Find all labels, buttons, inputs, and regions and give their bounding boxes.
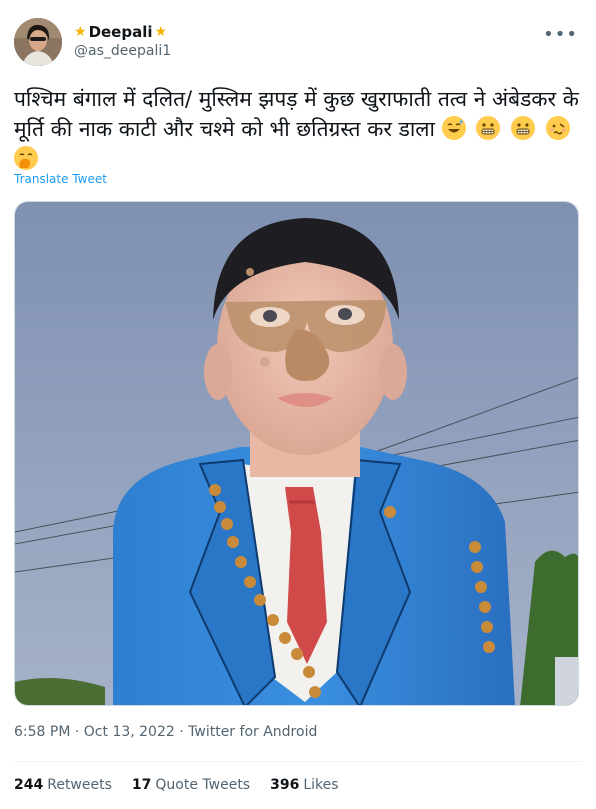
meta-separator: · <box>74 724 80 740</box>
likes-label: Likes <box>303 777 339 793</box>
statue-photo <box>15 202 578 705</box>
tweet-time[interactable]: 6:58 PM <box>14 724 70 740</box>
tweet-card: ★ Deepali ★ @as_deepali1 ••• पश्चिम बंगा… <box>0 0 596 809</box>
author-display-name[interactable]: ★ Deepali ★ <box>74 23 171 41</box>
hand-over-mouth-emoji-icon <box>14 146 38 170</box>
author-names: ★ Deepali ★ @as_deepali1 <box>74 23 171 59</box>
tweet-text: पश्चिम बंगाल में दलित/ मुस्लिम झपड़ में … <box>14 84 580 174</box>
tweet-date[interactable]: Oct 13, 2022 <box>84 724 175 740</box>
woozy-face-emoji-icon <box>545 116 570 140</box>
likes-count: 396 <box>270 777 300 793</box>
likes-stat[interactable]: 396 Likes <box>270 777 338 793</box>
avatar[interactable] <box>14 18 62 66</box>
retweets-label: Retweets <box>47 777 112 793</box>
translate-tweet-link[interactable]: Translate Tweet <box>14 172 107 186</box>
tweet-meta: 6:58 PM · Oct 13, 2022 · Twitter for And… <box>14 724 317 740</box>
sweat-smile-emoji-icon <box>441 116 466 140</box>
more-options-icon[interactable]: ••• <box>543 24 578 45</box>
star-emoji-icon: ★ <box>154 24 168 40</box>
grimace-emoji-icon <box>476 116 501 140</box>
retweets-stat[interactable]: 244 Retweets <box>14 777 112 793</box>
tweet-stats: 244 Retweets 17 Quote Tweets 396 Likes <box>14 777 339 793</box>
quote-tweets-stat[interactable]: 17 Quote Tweets <box>132 777 250 793</box>
quote-tweets-count: 17 <box>131 777 152 793</box>
quote-tweets-label: Quote Tweets <box>155 777 251 793</box>
retweets-count: 244 <box>14 777 44 793</box>
display-name-text: Deepali <box>88 23 153 41</box>
grimace-emoji-icon <box>511 116 535 140</box>
tweet-header: ★ Deepali ★ @as_deepali1 ••• <box>14 14 582 70</box>
author-handle[interactable]: @as_deepali1 <box>74 43 171 59</box>
divider <box>14 761 582 762</box>
star-emoji-icon: ★ <box>74 24 87 40</box>
meta-separator: · <box>179 724 184 740</box>
tweet-source[interactable]: Twitter for Android <box>188 724 317 740</box>
tweet-photo[interactable] <box>14 201 579 706</box>
